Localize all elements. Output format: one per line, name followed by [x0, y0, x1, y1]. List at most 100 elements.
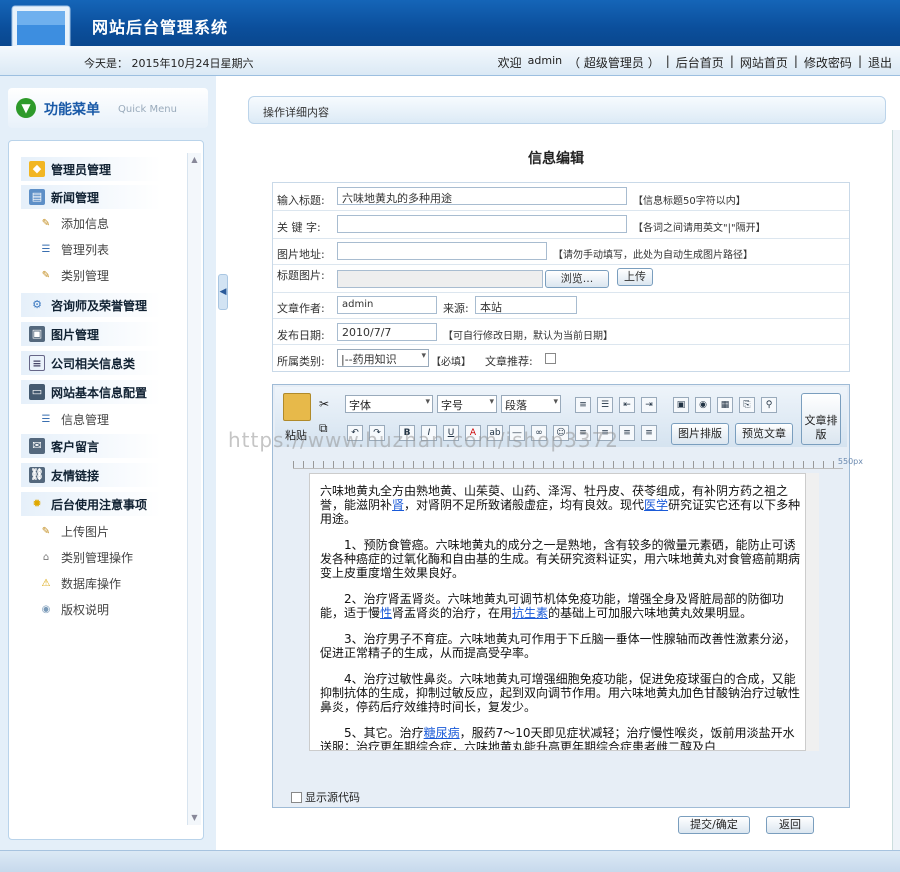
file-path-input[interactable]: [337, 270, 543, 288]
bulb-icon: ✹: [32, 497, 42, 510]
paragraph-text: 3、治疗男子不育症。六味地黄丸可作用于下丘脑一垂体一性腺轴而改善性激素分泌，促进…: [320, 632, 796, 660]
link-logout[interactable]: 退出: [868, 54, 892, 71]
paragraph-text: 4、治疗过敏性鼻炎。六味地黄丸可增强细胞免疫功能，促进免疫球蛋白的合成，又能抑制…: [320, 672, 801, 714]
menu-item-copyright[interactable]: ◉ 版权说明: [39, 601, 109, 618]
edit-icon: ✎: [41, 217, 51, 229]
submit-button[interactable]: 提交/确定: [678, 816, 750, 834]
sidebar-scrollbar[interactable]: ▲ ▼: [187, 153, 201, 825]
align-justify-icon[interactable]: ≡: [641, 425, 657, 441]
menu-box: ◆ 管理员管理 ▤ 新闻管理 ✎ 添加信息 ☰ 管理列表 ✎ 类别管理 ⚙ 咨询师及荣誉管理…: [8, 140, 204, 840]
upload-button[interactable]: 上传: [617, 268, 653, 286]
show-source-label: 显示源代码: [305, 791, 360, 804]
category-select[interactable]: |--药用知识: [337, 349, 429, 367]
menu-item-upload-image[interactable]: ✎ 上传图片: [39, 523, 109, 540]
browse-button[interactable]: 浏览...: [545, 270, 609, 288]
clipboard-icon[interactable]: [283, 393, 311, 421]
paragraph-text: 的基础上可加服六味地黄丸效果明显。: [548, 606, 753, 620]
edit-form: 输入标题: 六味地黄丸的多种用途 【信息标题50字符以内】 关 键 字: 【各词…: [272, 182, 850, 372]
show-source-toggle[interactable]: 显示源代码: [291, 789, 360, 805]
document-icon: ≡: [29, 355, 45, 371]
footer-bar: [0, 850, 900, 872]
image-icon[interactable]: ▣: [673, 397, 689, 413]
menu-item-database-ops[interactable]: ⚠ 数据库操作: [39, 575, 122, 592]
table-icon[interactable]: ▦: [717, 397, 733, 413]
media-icon[interactable]: ◉: [695, 397, 711, 413]
editor-scrollbar[interactable]: [805, 473, 819, 751]
show-source-checkbox[interactable]: [291, 791, 302, 803]
editor-paragraph: 六味地黄丸全方由熟地黄、山茱萸、山药、泽泻、牡丹皮、茯苓组成，有补阴方药之祖之誉…: [320, 484, 806, 526]
menu-item-info-manage[interactable]: ☰ 信息管理: [39, 411, 110, 428]
menu-group-picture[interactable]: ▣ 图片管理: [21, 322, 161, 346]
form-row-image-url: 图片地址: 【请勿手动填写，此处为自动生成图片路径】: [273, 239, 849, 265]
paragraph-text: 5、其它。治疗: [320, 726, 424, 740]
computer-icon: ▭: [29, 384, 45, 400]
inline-link[interactable]: 糖尿病: [424, 726, 460, 740]
back-button[interactable]: 返回: [766, 816, 814, 834]
menu-item-category[interactable]: ✎ 类别管理: [39, 267, 109, 284]
gear-icon: ⚙: [32, 298, 42, 311]
inline-link[interactable]: 性: [380, 606, 392, 620]
edit-icon: ✎: [41, 525, 51, 537]
menu-group-company[interactable]: ≡ 公司相关信息类: [21, 351, 161, 375]
date-input[interactable]: 2010/7/7: [337, 323, 437, 341]
image-layout-button[interactable]: 图片排版: [671, 423, 729, 445]
title-note: 【信息标题50字符以内】: [633, 196, 746, 207]
main-scrollbar[interactable]: [892, 130, 900, 850]
username: admin: [527, 54, 563, 67]
menu-item-add-info[interactable]: ✎ 添加信息: [39, 215, 109, 232]
menu-item-manage-list[interactable]: ☰ 管理列表: [39, 241, 110, 258]
preview-article-button[interactable]: 预览文章: [735, 423, 793, 445]
link-change-password[interactable]: 修改密码: [804, 54, 852, 71]
ordered-list-icon[interactable]: ≡: [575, 397, 591, 413]
align-right-icon[interactable]: ≡: [619, 425, 635, 441]
cut-icon[interactable]: ✂: [319, 397, 329, 411]
link-admin-home[interactable]: 后台首页: [676, 54, 724, 71]
indent-icon[interactable]: ⇥: [641, 397, 657, 413]
menu-group-news[interactable]: ▤ 新闻管理: [21, 185, 161, 209]
message-icon: ✉: [29, 438, 45, 454]
form-row-title: 输入标题: 六味地黄丸的多种用途 【信息标题50字符以内】: [273, 183, 849, 211]
menu-group-site-config[interactable]: ▭ 网站基本信息配置: [21, 380, 161, 404]
attachment-icon[interactable]: ⎘: [739, 397, 755, 413]
source-input[interactable]: 本站: [475, 296, 577, 314]
info-icon: ◉: [41, 603, 51, 615]
outdent-icon[interactable]: ⇤: [619, 397, 635, 413]
inline-link[interactable]: 抗生素: [512, 606, 548, 620]
editor-document[interactable]: 六味地黄丸全方由熟地黄、山茱萸、山药、泽泻、牡丹皮、茯苓组成，有补阴方药之祖之誉…: [309, 473, 819, 751]
menu-item-category-ops[interactable]: ⌂ 类别管理操作: [39, 549, 133, 566]
article-layout-button[interactable]: 文章排版: [801, 393, 841, 445]
font-select[interactable]: 字体: [345, 395, 433, 413]
menu-group-notes[interactable]: ✹ 后台使用注意事项: [21, 492, 161, 516]
recommend-checkbox[interactable]: [545, 353, 556, 364]
menu-group-consultant[interactable]: ⚙ 咨询师及荣誉管理: [21, 293, 161, 317]
paragraph-select[interactable]: 段落: [501, 395, 561, 413]
menu-group-links[interactable]: ⛓ 友情链接: [21, 463, 161, 487]
inline-link[interactable]: 医学: [644, 498, 668, 512]
watermark: https://www.huzhan.com/ishop3372: [228, 428, 620, 452]
picture-icon: ▣: [29, 326, 45, 342]
title-input[interactable]: 六味地黄丸的多种用途: [337, 187, 627, 205]
label-recommend: 文章推荐:: [485, 355, 533, 368]
keyword-input[interactable]: [337, 215, 627, 233]
menu-group-admin[interactable]: ◆ 管理员管理: [21, 157, 161, 181]
inline-link[interactable]: 肾: [392, 498, 404, 512]
size-select[interactable]: 字号: [437, 395, 497, 413]
label-title-image: 标题图片:: [277, 269, 325, 282]
keyword-note: 【各词之间请用英文"|"隔开】: [633, 223, 766, 234]
info-bar: 今天是： 2015年10月24日星期六 欢迎 admin （ 超级管理员 ） |…: [0, 46, 900, 76]
image-url-input[interactable]: [337, 242, 547, 260]
warning-icon: ⚠: [41, 577, 51, 589]
scroll-up-icon[interactable]: ▲: [188, 153, 201, 167]
link-site-home[interactable]: 网站首页: [740, 54, 788, 71]
lock-icon: ⌂: [42, 551, 50, 563]
scroll-down-icon[interactable]: ▼: [188, 811, 201, 825]
author-input[interactable]: admin: [337, 296, 437, 314]
chevron-down-icon: ▼: [16, 98, 36, 118]
form-row-category: 所属类别: |--药用知识 【必填】 文章推荐:: [273, 345, 849, 371]
menu-group-messages[interactable]: ✉ 客户留言: [21, 434, 161, 458]
content-header-title: 操作详细内容: [263, 106, 329, 119]
search-icon[interactable]: ⚲: [761, 397, 777, 413]
editor-ruler: 550px: [293, 457, 863, 469]
sidebar-toggle[interactable]: ◀: [218, 274, 228, 310]
unordered-list-icon[interactable]: ☰: [597, 397, 613, 413]
